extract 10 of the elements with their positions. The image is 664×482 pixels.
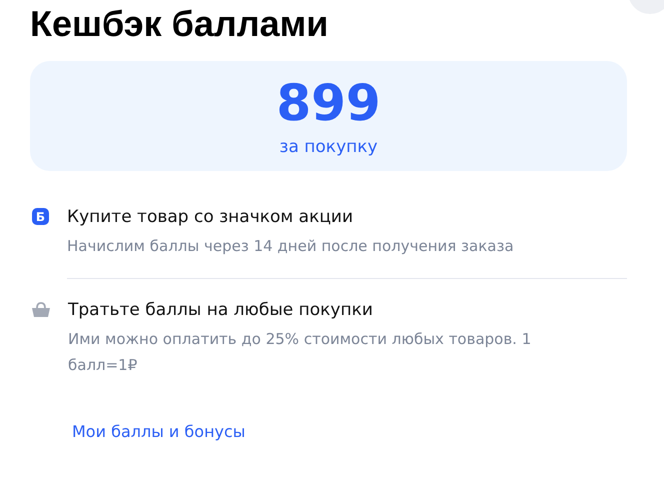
step-title: Купите товар со значком акции	[67, 206, 354, 229]
step-description: Ими можно оплатить до 25% стоимости любых товаров. 1 балл=1₽	[68, 329, 532, 376]
basket-icon	[32, 302, 50, 318]
step-title: Тратьте баллы на любые покупки	[68, 299, 373, 322]
points-caption: за покупку	[279, 137, 378, 157]
badge-icon: Б	[32, 208, 49, 225]
bonuses-link[interactable]: Мои баллы и бонусы	[72, 422, 246, 441]
points-value: 899	[276, 75, 381, 131]
step-description: Начислим баллы через 14 дней после получения заказа	[67, 236, 515, 257]
page-title: Кешбэк баллами	[30, 2, 328, 46]
